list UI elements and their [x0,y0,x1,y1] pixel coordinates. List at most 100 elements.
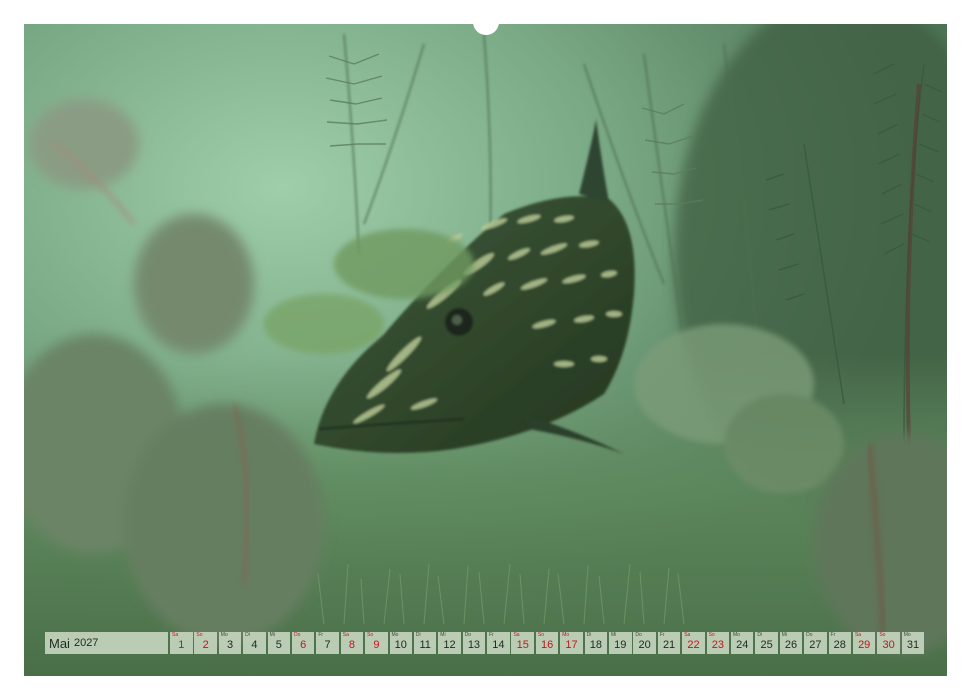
weekday-abbrev: Sa [342,632,349,638]
weekday-abbrev: Fr [830,632,836,638]
weekday-abbrev: Do [635,632,642,638]
day-cell: Mi 12 [438,632,461,654]
calendar-strip: Mai 2027 Sa 1 So 2 Mo 3 Di 4 Mi 5 Do 6 Fr 7 Sa 8 So 9 Mo 10… [45,632,926,654]
day-cell: Fr 28 [828,632,852,654]
day-number: 25 [760,639,773,651]
weekday-abbrev: Fr [318,632,324,638]
day-cell: Di 25 [755,632,778,654]
day-number: 5 [275,639,282,651]
day-number: 31 [906,639,920,651]
day-number: 30 [882,639,895,651]
weekday-abbrev: Do [293,632,301,638]
day-cell: Fr 7 [316,632,339,654]
weekday-abbrev: Di [415,632,421,638]
day-cell: Sa 1 [170,632,193,654]
day-number: 12 [443,639,456,651]
day-number: 2 [202,639,209,651]
day-number: 27 [809,639,822,651]
day-cell: Mo 10 [389,632,413,654]
weekday-abbrev: Di [757,632,763,638]
weekday-abbrev: Mo [903,632,911,638]
day-cell: Do 13 [462,632,486,654]
day-number: 22 [687,639,700,651]
weekday-abbrev: Sa [513,632,520,638]
month-name: Mai [49,635,70,651]
day-cell: Mi 5 [267,632,291,654]
day-cell: Do 20 [633,632,656,654]
day-number: 14 [492,639,505,651]
weekday-abbrev: So [879,632,886,638]
day-number: 8 [348,639,356,651]
day-number: 4 [251,639,258,651]
day-cell: Fr 14 [487,632,510,654]
weekday-abbrev: So [367,632,374,638]
day-number: 13 [467,639,481,651]
day-cell: Mo 31 [901,632,925,654]
month-label: Mai 2027 [45,632,168,654]
weekday-abbrev: Di [586,632,592,638]
day-cell: So 16 [535,632,559,654]
weekday-abbrev: Mi [781,632,788,638]
weekday-abbrev: Di [245,632,250,638]
weekday-abbrev: Sa [684,632,691,638]
day-number: 20 [638,639,651,651]
weekday-abbrev: So [196,632,203,638]
day-number: 29 [858,639,871,651]
day-cell: So 30 [877,632,900,654]
weekday-abbrev: Sa [854,632,862,638]
day-number: 17 [565,639,578,651]
day-cell: Sa 29 [852,632,876,654]
weekday-abbrev: Mi [611,632,617,638]
day-cell: Sa 15 [511,632,534,654]
weekday-abbrev: Mo [220,632,228,638]
weekday-abbrev: Sa [172,632,179,638]
day-number: 18 [589,639,603,651]
day-cell: Di 11 [413,632,437,654]
day-number: 28 [833,639,846,651]
day-number: 9 [373,639,380,651]
weekday-abbrev: Mo [732,632,740,638]
weekday-abbrev: So [537,632,544,638]
day-number: 26 [784,639,798,651]
day-number: 16 [540,639,554,651]
day-number: 24 [736,639,749,651]
day-cell: Mo 24 [730,632,754,654]
weekday-abbrev: Do [806,632,813,638]
day-cell: Mo 17 [560,632,583,654]
weekday-abbrev: Mo [391,632,399,638]
weekday-abbrev: Mo [562,632,570,638]
day-cell: So 23 [706,632,730,654]
day-cell: Sa 8 [340,632,364,654]
weekday-abbrev: Do [464,632,472,638]
day-number: 7 [324,639,331,651]
weekday-abbrev: Fr [659,632,665,638]
day-cell: Do 6 [291,632,315,654]
day-cell: So 9 [365,632,388,654]
day-cell: So 2 [194,632,217,654]
day-number: 21 [662,639,676,651]
day-number: 19 [614,639,627,651]
day-number: 23 [711,639,724,651]
day-cells: Sa 1 So 2 Mo 3 Di 4 Mi 5 Do 6 Fr 7 Sa 8 So 9 Mo 10 Di 11 Mi 12 D… [170,632,926,654]
day-cell: Fr 21 [657,632,681,654]
day-cell: Mi 19 [609,632,632,654]
day-cell: Di 18 [584,632,608,654]
day-number: 1 [178,639,185,651]
weekday-abbrev: So [708,632,715,638]
weekday-abbrev: Mi [440,632,446,638]
weekday-abbrev: Mi [269,632,275,638]
day-number: 11 [419,639,431,651]
day-number: 15 [516,639,529,651]
day-cell: Sa 22 [682,632,705,654]
day-cell: Mo 3 [218,632,242,654]
day-cell: Di 4 [243,632,266,654]
day-number: 6 [300,639,307,651]
day-cell: Do 27 [804,632,827,654]
day-number: 3 [226,639,234,651]
pike-underwater-photo [24,24,947,676]
weekday-abbrev: Fr [489,632,494,638]
day-cell: Mi 26 [779,632,803,654]
year: 2027 [73,637,99,649]
day-number: 10 [394,639,407,651]
calendar-photo [24,24,947,676]
